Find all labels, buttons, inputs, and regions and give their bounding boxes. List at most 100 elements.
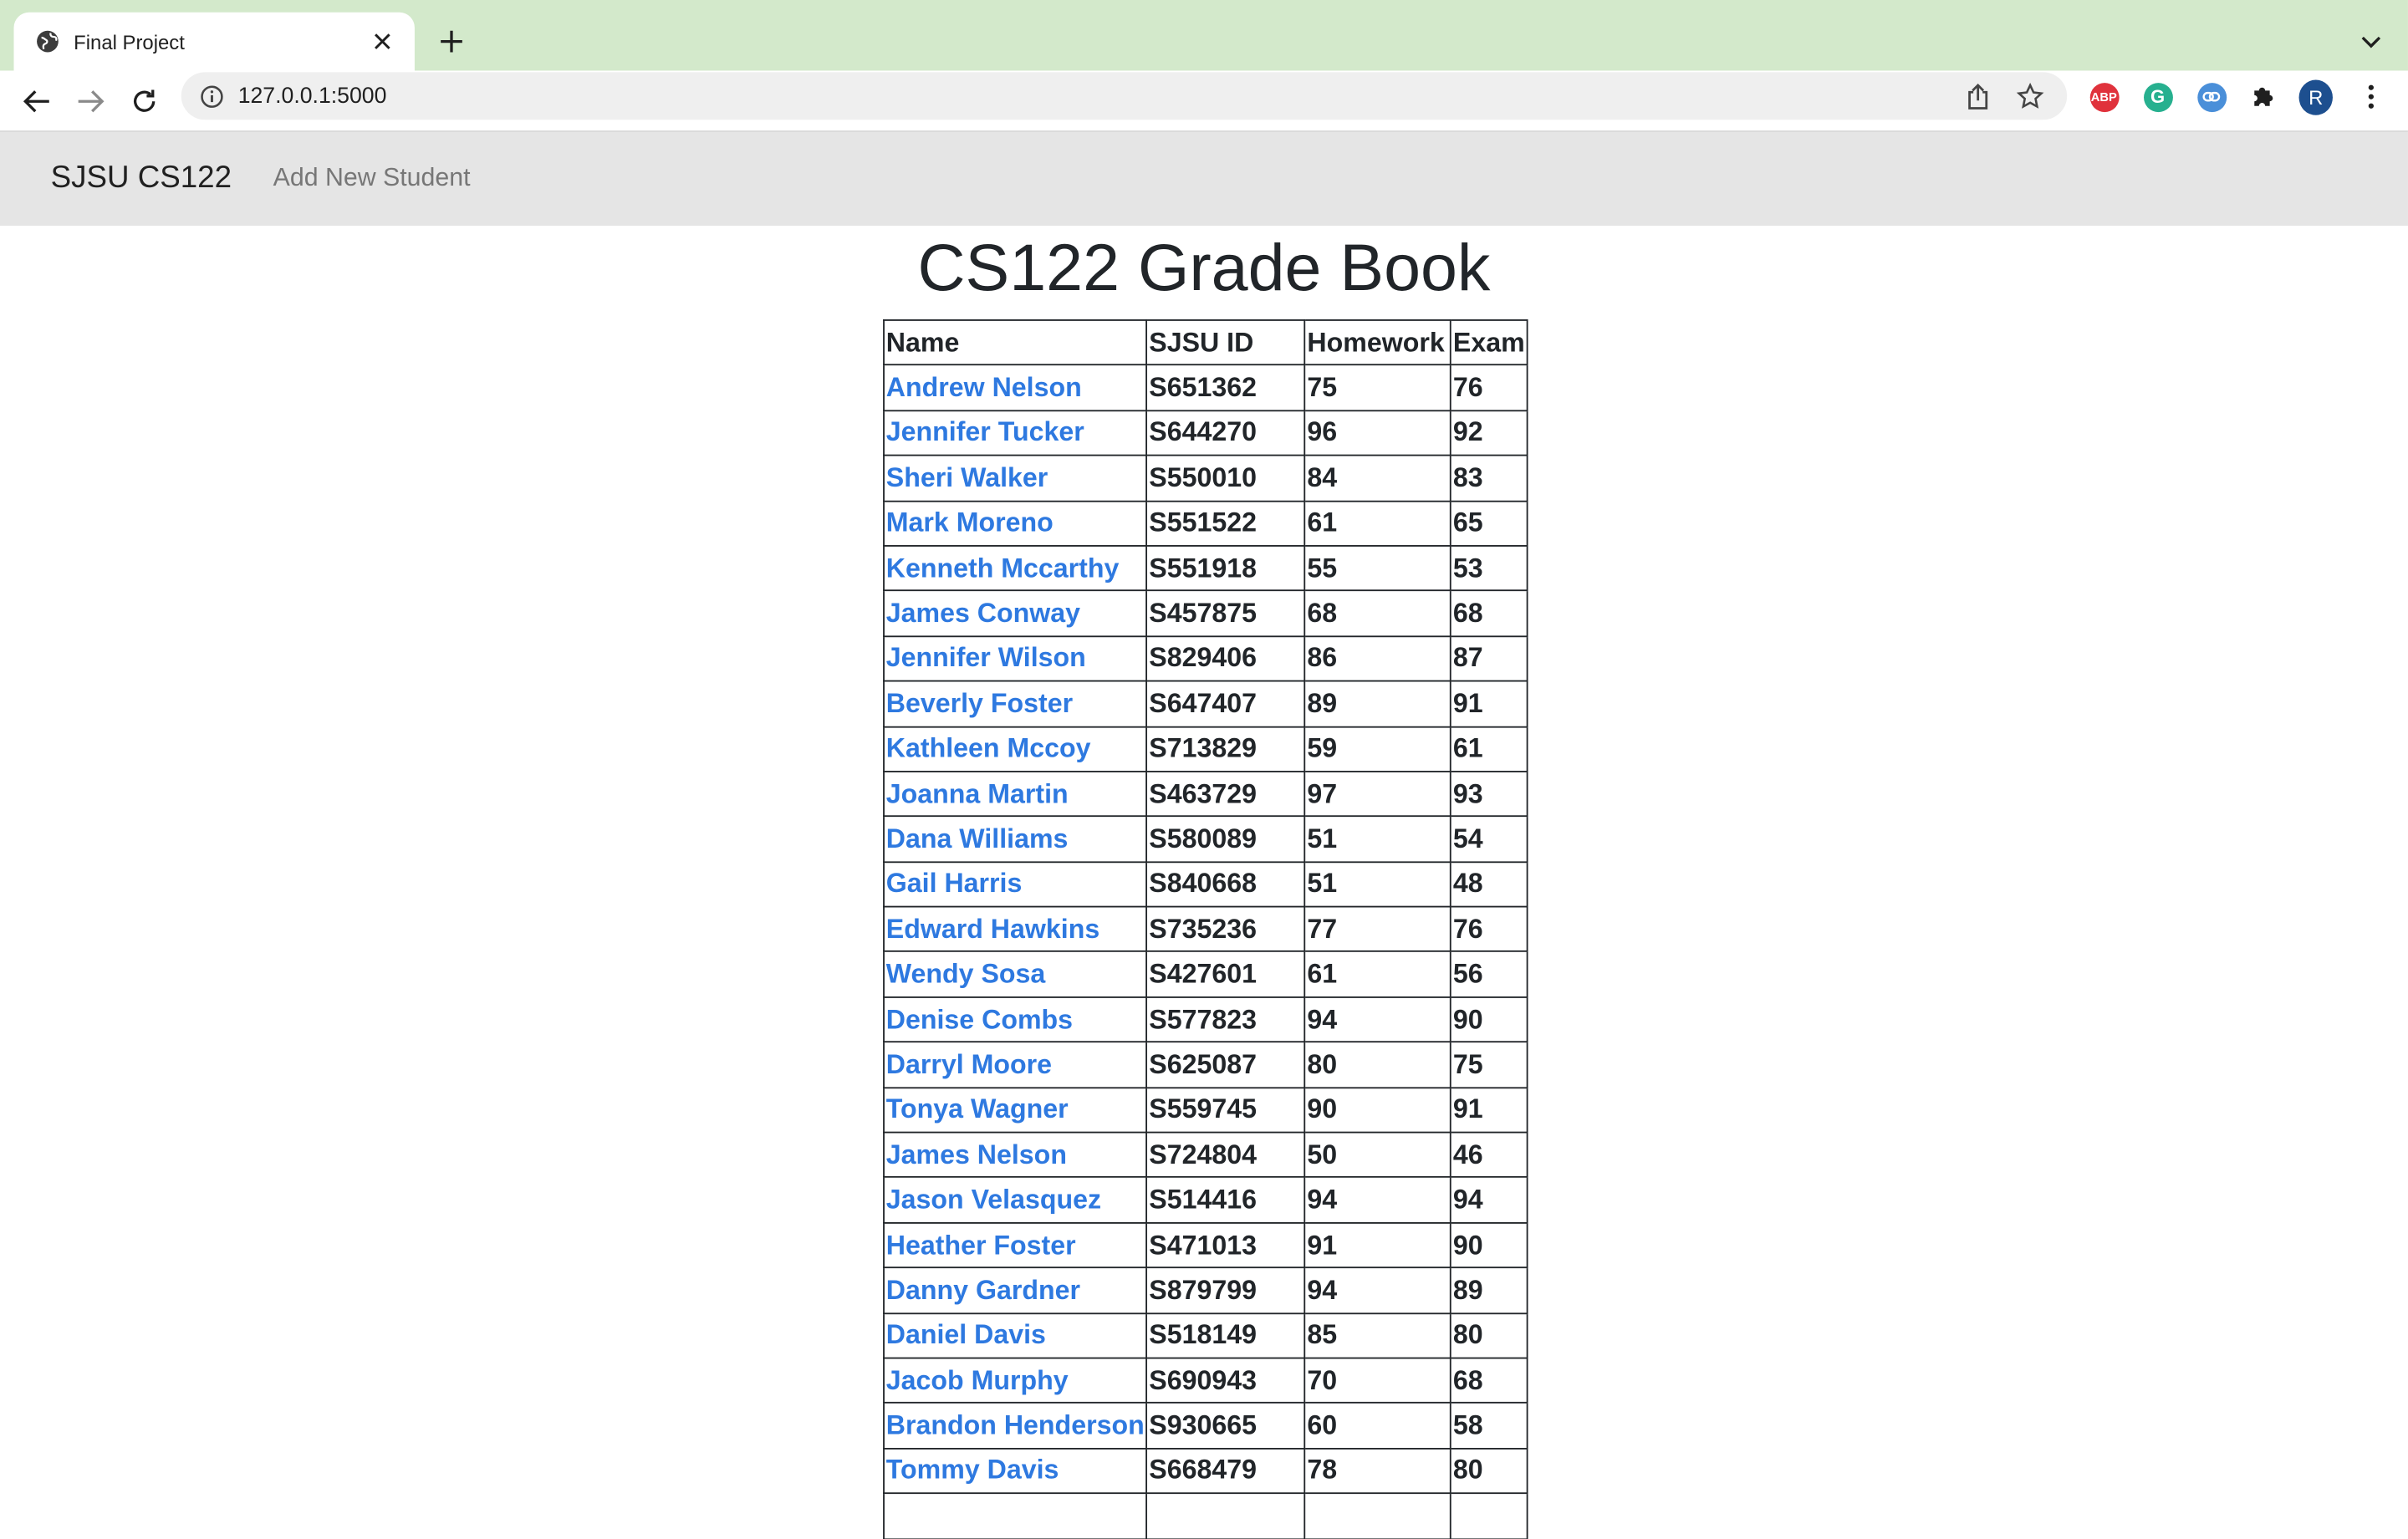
name-cell: Tommy Davis bbox=[883, 1447, 1148, 1495]
sjsu-id-cell: S840668 bbox=[1145, 860, 1306, 908]
sjsu-id-cell: S879799 bbox=[1145, 1266, 1306, 1314]
table-row: Joanna Martin S463729 97 93 bbox=[883, 770, 1528, 818]
student-name-link[interactable]: James Nelson bbox=[886, 1139, 1067, 1170]
table-row: Dana Williams S580089 51 54 bbox=[883, 815, 1528, 863]
student-name-link[interactable]: Danny Gardner bbox=[886, 1274, 1080, 1305]
exam-cell: 75 bbox=[1450, 1041, 1528, 1088]
table-row: Tonya Wagner S559745 90 91 bbox=[883, 1086, 1528, 1134]
name-cell: Daniel Davis bbox=[883, 1312, 1148, 1359]
adblock-plus-icon[interactable]: ABP bbox=[2087, 80, 2120, 114]
name-cell: Brandon Henderson bbox=[883, 1402, 1148, 1450]
sjsu-id-cell: S551918 bbox=[1145, 544, 1306, 592]
sjsu-id-cell: S735236 bbox=[1145, 905, 1306, 953]
sjsu-id-cell: S577823 bbox=[1145, 996, 1306, 1043]
exam-cell: 53 bbox=[1450, 544, 1528, 592]
student-name-link[interactable]: Dana Williams bbox=[886, 823, 1069, 854]
exam-cell: 83 bbox=[1450, 454, 1528, 502]
table-body: Andrew Nelson S651362 75 76 Jennifer Tucker S… bbox=[883, 364, 1528, 1539]
student-name-link[interactable]: Daniel Davis bbox=[886, 1319, 1046, 1350]
tab-strip: Final Project bbox=[0, 0, 2408, 71]
chevron-down-icon[interactable] bbox=[2355, 26, 2386, 57]
brand-link[interactable]: SJSU CS122 bbox=[51, 161, 232, 196]
homework-cell: 78 bbox=[1303, 1447, 1452, 1495]
sjsu-id-cell: S463729 bbox=[1145, 770, 1306, 818]
browser-tab[interactable]: Final Project bbox=[13, 12, 415, 71]
new-tab-plus-icon[interactable] bbox=[436, 26, 467, 57]
student-name-link[interactable]: Jennifer Wilson bbox=[886, 643, 1086, 674]
name-cell: Jennifer Wilson bbox=[883, 634, 1148, 682]
table-row: Andrew Nelson S651362 75 76 bbox=[883, 364, 1528, 411]
homework-cell: 85 bbox=[1303, 1312, 1452, 1359]
back-arrow-icon[interactable] bbox=[22, 86, 53, 117]
student-name-link[interactable]: Denise Combs bbox=[886, 1003, 1073, 1034]
extensions-puzzle-icon[interactable] bbox=[2247, 80, 2280, 114]
page-title: CS122 Grade Book bbox=[917, 232, 1491, 306]
student-name-link[interactable]: Edward Hawkins bbox=[886, 913, 1099, 944]
close-tab-icon[interactable] bbox=[369, 28, 396, 55]
sjsu-id-cell: S514416 bbox=[1145, 1176, 1306, 1224]
student-name-link[interactable]: Sheri Walker bbox=[886, 462, 1048, 493]
sjsu-id-cell: S829406 bbox=[1145, 634, 1306, 682]
student-name-link[interactable]: Jacob Murphy bbox=[886, 1364, 1069, 1395]
student-name-link[interactable]: Kathleen Mccoy bbox=[886, 732, 1091, 763]
student-name-link[interactable]: Andrew Nelson bbox=[886, 372, 1082, 403]
homework-cell: 61 bbox=[1303, 499, 1452, 547]
exam-cell: 48 bbox=[1450, 860, 1528, 908]
student-name-link[interactable]: Mark Moreno bbox=[886, 507, 1054, 538]
student-name-link[interactable]: Jason Velasquez bbox=[886, 1184, 1101, 1215]
table-header-row: Name SJSU ID Homework Exam bbox=[883, 319, 1528, 366]
student-name-link[interactable]: Beverly Foster bbox=[886, 687, 1073, 718]
profile-avatar[interactable]: R bbox=[2298, 79, 2333, 115]
student-name-link[interactable]: Kenneth Mccarthy bbox=[886, 553, 1120, 583]
table-row: Jacob Murphy S690943 70 68 bbox=[883, 1357, 1528, 1404]
bookmark-star-icon[interactable] bbox=[2015, 80, 2046, 111]
reload-icon[interactable] bbox=[129, 86, 160, 117]
exam-cell: 90 bbox=[1450, 996, 1528, 1043]
exam-cell: 58 bbox=[1450, 1402, 1528, 1450]
table-row: Beverly Foster S647407 89 91 bbox=[883, 680, 1528, 727]
homework-cell: 96 bbox=[1303, 409, 1452, 456]
table-row: Tommy Davis S668479 78 80 bbox=[883, 1447, 1528, 1495]
student-name-link[interactable]: Darryl Moore bbox=[886, 1048, 1052, 1079]
student-name-link[interactable]: Tommy Davis bbox=[886, 1455, 1059, 1485]
grammarly-icon[interactable]: G bbox=[2140, 80, 2174, 114]
link-extension-icon[interactable] bbox=[2195, 80, 2228, 114]
homework-cell: 97 bbox=[1303, 770, 1452, 818]
student-name-link[interactable]: Heather Foster bbox=[886, 1229, 1076, 1260]
add-new-student-link[interactable]: Add New Student bbox=[273, 165, 471, 194]
tab-title: Final Project bbox=[74, 29, 185, 54]
student-name-link[interactable]: James Conway bbox=[886, 598, 1080, 629]
site-navbar: SJSU CS122 Add New Student bbox=[0, 131, 2408, 226]
site-info-icon[interactable] bbox=[200, 84, 224, 108]
student-name-link[interactable]: Jennifer Tucker bbox=[886, 417, 1084, 448]
sjsu-id-cell: S724804 bbox=[1145, 1131, 1306, 1179]
address-bar[interactable]: 127.0.0.1:5000 bbox=[181, 72, 2068, 120]
student-name-link[interactable]: Wendy Sosa bbox=[886, 958, 1046, 989]
table-row: Wendy Sosa S427601 61 56 bbox=[883, 950, 1528, 998]
homework-cell: 80 bbox=[1303, 1041, 1452, 1088]
exam-cell: 92 bbox=[1450, 409, 1528, 456]
student-name-link[interactable]: Brandon Henderson bbox=[886, 1409, 1145, 1440]
table-row: James Conway S457875 68 68 bbox=[883, 589, 1528, 637]
exam-cell: 89 bbox=[1450, 1266, 1528, 1314]
table-row: Kenneth Mccarthy S551918 55 53 bbox=[883, 544, 1528, 592]
exam-cell: 90 bbox=[1450, 1221, 1528, 1269]
share-icon[interactable] bbox=[1962, 80, 1993, 111]
header-homework: Homework bbox=[1303, 319, 1452, 366]
homework-cell: 84 bbox=[1303, 454, 1452, 502]
name-cell: Jacob Murphy bbox=[883, 1357, 1148, 1404]
student-name-link[interactable]: Joanna Martin bbox=[886, 777, 1069, 808]
homework-cell: 51 bbox=[1303, 860, 1452, 908]
forward-arrow-icon[interactable] bbox=[75, 86, 106, 117]
kebab-menu-icon[interactable] bbox=[2354, 80, 2388, 114]
student-name-link[interactable]: Tonya Wagner bbox=[886, 1093, 1069, 1124]
name-cell: Mark Moreno bbox=[883, 499, 1148, 547]
name-cell: James Nelson bbox=[883, 1131, 1148, 1179]
exam-cell: 65 bbox=[1450, 499, 1528, 547]
homework-cell: 94 bbox=[1303, 996, 1452, 1043]
name-cell: Kathleen Mccoy bbox=[883, 725, 1148, 772]
homework-cell: 75 bbox=[1303, 364, 1452, 411]
name-cell: Edward Hawkins bbox=[883, 905, 1148, 953]
student-name-link[interactable]: Gail Harris bbox=[886, 868, 1023, 899]
name-cell: Sheri Walker bbox=[883, 454, 1148, 502]
